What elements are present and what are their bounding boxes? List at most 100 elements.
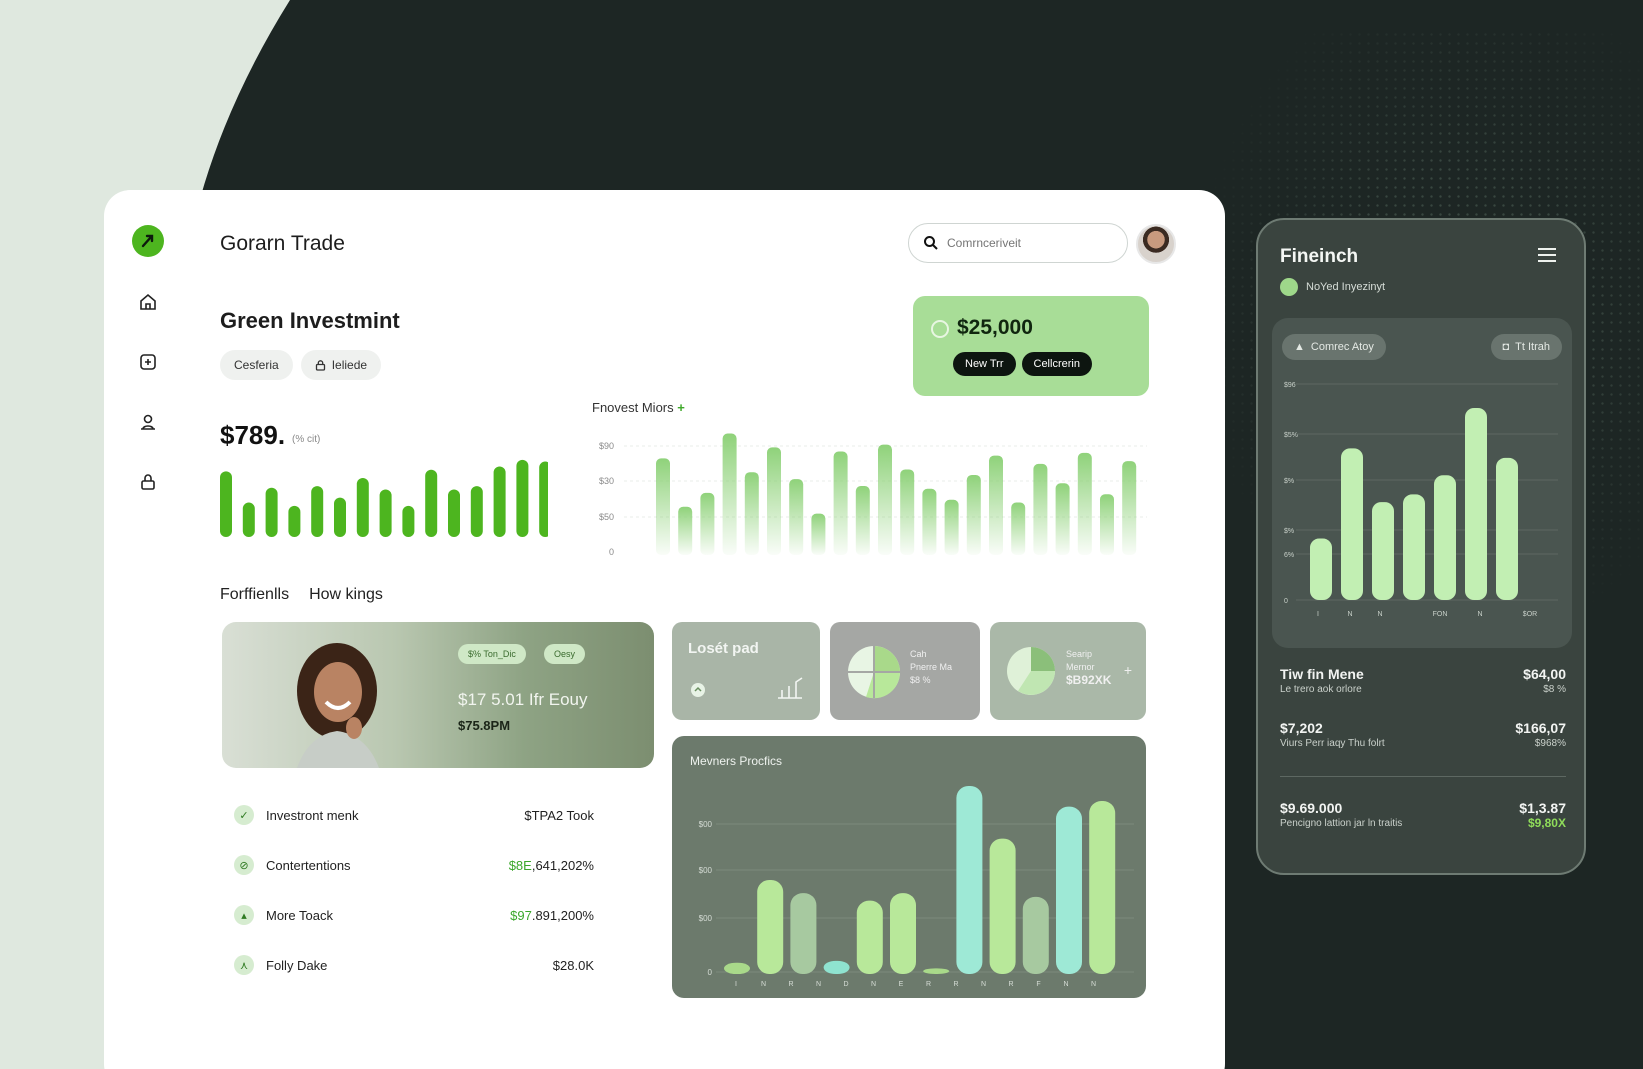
phone-row-2[interactable]: $7,202 Viurs Perr iaqy Thu folrt $166,07 $…: [1280, 720, 1566, 749]
trend-icon: ⋏: [234, 955, 254, 975]
chart-bar: [1100, 494, 1114, 555]
chip-comrec[interactable]: ▲ Comrec Atoy: [1282, 334, 1386, 360]
bookmark-icon: ◘: [1502, 341, 1510, 353]
mini-card-pie[interactable]: Cah Pnerre Ma $8 %: [830, 622, 980, 720]
chart-bar: [1465, 408, 1487, 600]
tab-forffienlls[interactable]: Forffienlls: [220, 586, 289, 604]
chart-bar: [922, 488, 937, 555]
dashboard-card: Gorarn Trade Green Investmint Cesferia I…: [104, 190, 1225, 1069]
promo-card: $25,000 New Trr Cellcrerin: [913, 296, 1149, 396]
x-tick-label: N: [1347, 611, 1352, 618]
chip-itrah[interactable]: ◘ Tt Itrah: [1490, 334, 1562, 360]
mini-card-lost-pad[interactable]: Losét pad: [672, 622, 820, 720]
feature-subvalue: $75.8PM: [458, 718, 511, 733]
invest-bar-chart: $90 $30 $50 0: [599, 433, 1147, 555]
x-tick-label: E: [899, 981, 904, 988]
home-icon[interactable]: [134, 288, 162, 316]
list-item[interactable]: ⊘ Contertentions $8E,641,202%: [234, 840, 594, 890]
list-item[interactable]: ▴ More Toack $97.891,200%: [234, 890, 594, 940]
feature-tag-1: $% Ton_Dic: [458, 644, 526, 664]
add-icon[interactable]: +: [1124, 662, 1132, 678]
chart-bar: [678, 506, 693, 555]
menu-icon[interactable]: [1538, 248, 1556, 262]
chart-bar: [989, 455, 1003, 555]
person-photo: [296, 643, 379, 768]
chart-bar: [744, 472, 759, 555]
chart-bar: [656, 458, 670, 555]
feature-banner[interactable]: $% Ton_Dic Oesy $17 5.01 Ifr Eouy $75.8P…: [222, 622, 654, 768]
promo-amount: $25,000: [957, 316, 1033, 339]
status-icon: [1280, 278, 1298, 296]
x-tick-label: $OR: [1523, 611, 1537, 618]
chart-bar: [493, 466, 506, 537]
members-bar-chart: $00 $00 $00 0 I N R N D N E R R N R F N N: [699, 786, 1134, 988]
list-item[interactable]: ✓ Investront menk $TPA2 Took: [234, 790, 594, 840]
chart-bar: [700, 492, 715, 555]
x-tick-label: N: [871, 981, 876, 988]
chart-bar: [956, 786, 983, 974]
x-tick-label: N: [981, 981, 986, 988]
chart-bar: [220, 471, 232, 537]
chart-bar: [1022, 896, 1049, 974]
donut-chart-icon: [1007, 647, 1055, 695]
x-tick-label: D: [843, 981, 848, 988]
x-tick-label: FON: [1433, 611, 1448, 618]
chart-bar: [1089, 801, 1116, 974]
chart-bar: [855, 486, 870, 555]
chart-bar: [767, 447, 781, 555]
y-tick-label: $30: [599, 476, 614, 486]
chip-cesferia[interactable]: Cesferia: [220, 350, 293, 380]
y-tick-label: $5%: [1284, 432, 1298, 439]
phone-title: Fineinch: [1280, 246, 1359, 267]
y-tick-label: $96: [1284, 382, 1296, 389]
chart-bar: [539, 461, 548, 537]
y-tick-label: 0: [1284, 598, 1288, 605]
wallet-icon[interactable]: [134, 348, 162, 376]
y-tick-label: $00: [699, 820, 713, 829]
chart-bar: [1077, 452, 1092, 555]
chart-bar: [1341, 448, 1363, 600]
x-tick-label: R: [1008, 981, 1013, 988]
circle-arrow-icon: [691, 683, 705, 697]
feature-tag-2: Oesy: [544, 644, 586, 664]
chart-bar: [1372, 502, 1394, 600]
tab-how-kings[interactable]: How kings: [309, 586, 383, 604]
chart-bar: [757, 880, 784, 974]
search-bar[interactable]: [908, 223, 1128, 263]
chart-bar: [311, 486, 324, 537]
search-input[interactable]: [947, 236, 1107, 250]
chart-bar: [724, 962, 750, 974]
chart-bar: [516, 459, 529, 537]
chip-ieliede[interactable]: Ieliede: [300, 350, 382, 380]
new-trade-button[interactable]: New Trr: [953, 352, 1016, 376]
collection-button[interactable]: Cellcrerin: [1021, 352, 1092, 376]
stat-list: ✓ Investront menk $TPA2 Took ⊘ Conterten…: [234, 790, 594, 990]
chart-bar: [833, 451, 848, 555]
chart-bar: [1496, 457, 1518, 600]
x-tick-label: I: [1317, 611, 1319, 618]
lock-icon[interactable]: [134, 468, 162, 496]
mini-card-searip[interactable]: Searip Mernor $B92XK +: [990, 622, 1146, 720]
app-logo-icon[interactable]: [132, 225, 164, 257]
chart-bar: [265, 487, 278, 537]
avatar[interactable]: [1136, 224, 1176, 264]
chart-bar: [1403, 494, 1425, 600]
phone-subtitle: NoYed Inyezinyt: [1280, 278, 1385, 296]
lock-icon: [315, 359, 325, 371]
sidebar-nav: [134, 288, 162, 496]
x-tick-label: N: [1477, 611, 1482, 618]
list-item[interactable]: ⋏ Folly Dake $28.0K: [234, 940, 594, 990]
chart-title: Mevners Procfics: [690, 754, 783, 768]
y-tick-label: $%: [1284, 528, 1294, 535]
chart-bar: [425, 469, 438, 537]
x-tick-label: R: [953, 981, 958, 988]
phone-row-1[interactable]: Tiw fin Mene Le trero aok orlore $64,00 $8…: [1280, 666, 1566, 695]
user-icon[interactable]: [134, 408, 162, 436]
chart-bar: [242, 502, 255, 537]
x-tick-label: N: [761, 981, 766, 988]
chart-bar: [1310, 538, 1332, 600]
y-tick-label: 6%: [1284, 552, 1294, 559]
arrow-up-icon: ▴: [234, 905, 254, 925]
phone-row-3[interactable]: $9.69.000 Pencigno lattion jar ln traitis…: [1280, 800, 1566, 830]
x-tick-label: N: [816, 981, 821, 988]
